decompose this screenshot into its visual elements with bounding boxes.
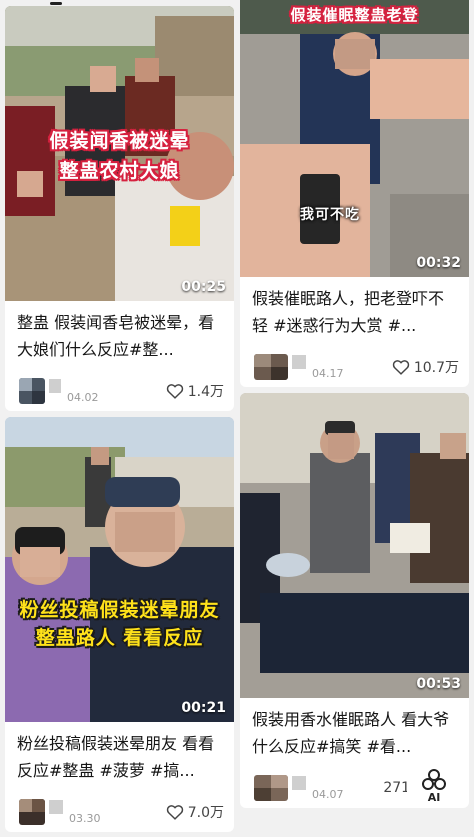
like-count: 7.0万 (187, 805, 224, 821)
video-meta: 03.30 7.0万 (5, 792, 234, 832)
feed-column-left: 假装闻香被迷晕 整蛊农村大娘 00:25 整蛊 假装闻香皂被迷晕，看大娘们什么反… (5, 0, 234, 837)
avatar[interactable] (19, 799, 45, 825)
avatar[interactable] (254, 775, 288, 801)
post-date: 04.17 (312, 366, 344, 380)
heart-icon (392, 360, 409, 375)
like-count: 10.7万 (413, 360, 459, 376)
like-button[interactable]: 1.4万 (166, 381, 224, 401)
thumbnail-overlay-line-2: 整蛊农村大娘 (59, 160, 180, 182)
video-thumbnail[interactable]: 粉丝投稿假装迷晕朋友 整蛊路人 看看反应 00:21 (5, 417, 234, 722)
heart-icon (166, 805, 183, 820)
post-date: 03.30 (69, 811, 101, 825)
blurred-name-icon (49, 379, 61, 393)
post-date: 04.07 (312, 787, 344, 801)
video-duration: 00:25 (181, 279, 226, 295)
thumbnail-image (5, 6, 234, 301)
video-thumbnail[interactable]: 00:53 (240, 393, 469, 698)
video-title[interactable]: 假装催眠路人，把老登吓不轻 #迷惑行为大赏 #... (240, 277, 469, 347)
video-card[interactable]: 00:53 假装用香水催眠路人 看大爷什么反应#搞笑 #看... 04.07 2… (240, 393, 469, 808)
thumbnail-overlay-line-2: 整蛊路人 看看反应 (35, 627, 204, 649)
ai-assistant-button[interactable]: AI (407, 756, 461, 806)
thumbnail-image (240, 393, 469, 698)
ai-button-label: AI (427, 791, 441, 804)
video-thumbnail[interactable]: 假装闻香被迷晕 整蛊农村大娘 00:25 (5, 6, 234, 301)
blurred-name-icon (49, 800, 63, 814)
video-card[interactable]: 假装闻香被迷晕 整蛊农村大娘 00:25 整蛊 假装闻香皂被迷晕，看大娘们什么反… (5, 6, 234, 411)
video-thumbnail[interactable]: 假装催眠整蛊老登 我可不吃 00:32 (240, 0, 469, 277)
like-button[interactable]: 10.7万 (392, 357, 459, 377)
post-date: 04.02 (67, 390, 99, 404)
thumbnail-overlay-line-1: 粉丝投稿假装迷晕朋友 (19, 599, 220, 621)
thumbnail-overlay-top: 假装催眠整蛊老登 (290, 6, 419, 24)
like-count: 1.4万 (187, 384, 224, 400)
thumbnail-image (240, 0, 469, 277)
heart-icon (166, 384, 183, 399)
avatar[interactable] (19, 378, 45, 404)
video-card[interactable]: 假装催眠整蛊老登 我可不吃 00:32 假装催眠路人，把老登吓不轻 #迷惑行为大… (240, 0, 469, 387)
video-duration: 00:21 (181, 700, 226, 716)
video-duration: 00:32 (416, 255, 461, 271)
thumbnail-image (5, 417, 234, 722)
video-meta: 04.02 1.4万 (5, 371, 234, 411)
blurred-name-icon (292, 776, 306, 790)
thumbnail-caption: 我可不吃 (300, 207, 360, 223)
video-card[interactable]: 粉丝投稿假装迷晕朋友 整蛊路人 看看反应 00:21 粉丝投稿假装迷晕朋友 看看… (5, 417, 234, 832)
video-meta: 04.17 10.7万 (240, 347, 469, 387)
video-title[interactable]: 粉丝投稿假装迷晕朋友 看看反应#整蛊 #菠萝 #搞... (5, 722, 234, 792)
avatar[interactable] (254, 354, 288, 380)
ai-sparkle-icon (422, 769, 446, 790)
blurred-name-icon (292, 355, 306, 369)
thumbnail-overlay-line-1: 假装闻香被迷晕 (49, 130, 190, 152)
video-title[interactable]: 整蛊 假装闻香皂被迷晕，看大娘们什么反应#整... (5, 301, 234, 371)
feed-column-right: 假装催眠整蛊老登 我可不吃 00:32 假装催眠路人，把老登吓不轻 #迷惑行为大… (240, 0, 469, 814)
like-button[interactable]: 7.0万 (166, 802, 224, 822)
video-duration: 00:53 (416, 676, 461, 692)
